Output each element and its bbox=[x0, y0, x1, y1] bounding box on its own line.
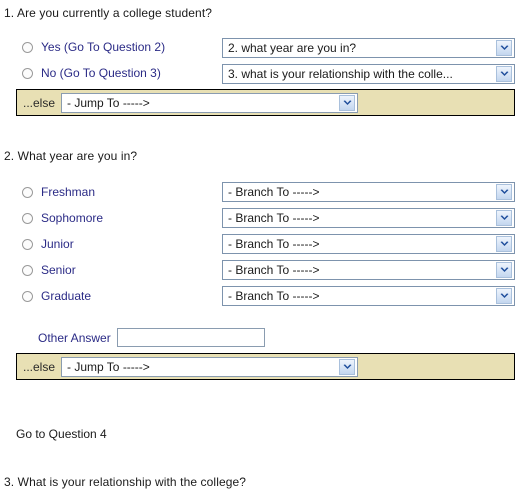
else-label-q2: ...else bbox=[23, 359, 56, 374]
option-row-no[interactable]: No (Go To Question 3) bbox=[22, 64, 161, 82]
radio-no[interactable] bbox=[22, 67, 33, 79]
option-row-senior[interactable]: Senior bbox=[22, 261, 76, 279]
chevron-down-icon[interactable] bbox=[496, 66, 512, 82]
option-label-graduate: Graduate bbox=[41, 289, 92, 303]
branch-select-sophomore-value: - Branch To -----> bbox=[228, 211, 320, 225]
option-row-yes[interactable]: Yes (Go To Question 2) bbox=[22, 38, 165, 56]
branch-select-freshman[interactable]: - Branch To -----> bbox=[222, 182, 515, 202]
option-row-graduate[interactable]: Graduate bbox=[22, 287, 91, 305]
radio-senior[interactable] bbox=[22, 264, 33, 276]
go-to-question-4-note: Go to Question 4 bbox=[16, 427, 107, 441]
jump-to-select-q1-value: - Jump To -----> bbox=[67, 95, 150, 110]
branch-select-freshman-value: - Branch To -----> bbox=[228, 185, 320, 199]
question-1-heading: 1. Are you currently a college student? bbox=[4, 6, 213, 20]
option-row-sophomore[interactable]: Sophomore bbox=[22, 209, 103, 227]
option-row-freshman[interactable]: Freshman bbox=[22, 183, 95, 201]
radio-junior[interactable] bbox=[22, 238, 33, 250]
branch-select-sophomore[interactable]: - Branch To -----> bbox=[222, 208, 515, 228]
radio-yes[interactable] bbox=[22, 41, 33, 53]
question-2-heading: 2. What year are you in? bbox=[4, 149, 138, 163]
radio-freshman[interactable] bbox=[22, 186, 33, 198]
chevron-down-icon[interactable] bbox=[496, 210, 512, 226]
option-label-sophomore: Sophomore bbox=[41, 211, 104, 225]
radio-sophomore[interactable] bbox=[22, 212, 33, 224]
branch-select-q1-no[interactable]: 3. what is your relationship with the co… bbox=[222, 64, 515, 84]
branch-select-graduate[interactable]: - Branch To -----> bbox=[222, 286, 515, 306]
branch-select-senior-value: - Branch To -----> bbox=[228, 263, 320, 277]
chevron-down-icon[interactable] bbox=[496, 262, 512, 278]
option-label-yes: Yes (Go To Question 2) bbox=[41, 40, 166, 54]
else-row-q2: ...else - Jump To -----> bbox=[16, 353, 515, 380]
jump-to-select-q2[interactable]: - Jump To -----> bbox=[61, 356, 359, 377]
chevron-down-icon[interactable] bbox=[339, 358, 356, 375]
other-answer-input[interactable] bbox=[116, 328, 265, 347]
chevron-down-icon[interactable] bbox=[496, 236, 512, 252]
branch-select-q1-no-value: 3. what is your relationship with the co… bbox=[228, 67, 453, 81]
chevron-down-icon[interactable] bbox=[496, 288, 512, 304]
question-3-heading: 3. What is your relationship with the co… bbox=[4, 475, 247, 489]
branch-select-q1-yes[interactable]: 2. what year are you in? bbox=[222, 38, 515, 58]
else-row-q1: ...else - Jump To -----> bbox=[16, 89, 515, 116]
branch-select-junior[interactable]: - Branch To -----> bbox=[222, 234, 515, 254]
option-label-freshman: Freshman bbox=[41, 185, 96, 199]
jump-to-select-q2-value: - Jump To -----> bbox=[67, 359, 150, 374]
chevron-down-icon[interactable] bbox=[496, 40, 512, 56]
chevron-down-icon[interactable] bbox=[339, 94, 356, 111]
branch-select-junior-value: - Branch To -----> bbox=[228, 237, 320, 251]
else-label-q1: ...else bbox=[23, 95, 56, 110]
radio-graduate[interactable] bbox=[22, 290, 33, 302]
branch-select-senior[interactable]: - Branch To -----> bbox=[222, 260, 515, 280]
other-answer-row: Other Answer bbox=[38, 328, 265, 347]
option-label-junior: Junior bbox=[41, 237, 74, 251]
option-label-no: No (Go To Question 3) bbox=[41, 66, 161, 80]
branch-select-q1-yes-value: 2. what year are you in? bbox=[228, 41, 357, 55]
branch-select-graduate-value: - Branch To -----> bbox=[228, 289, 320, 303]
option-label-senior: Senior bbox=[41, 263, 76, 277]
chevron-down-icon[interactable] bbox=[496, 184, 512, 200]
jump-to-select-q1[interactable]: - Jump To -----> bbox=[61, 92, 359, 113]
option-row-junior[interactable]: Junior bbox=[22, 235, 74, 253]
other-answer-label: Other Answer bbox=[38, 330, 111, 345]
